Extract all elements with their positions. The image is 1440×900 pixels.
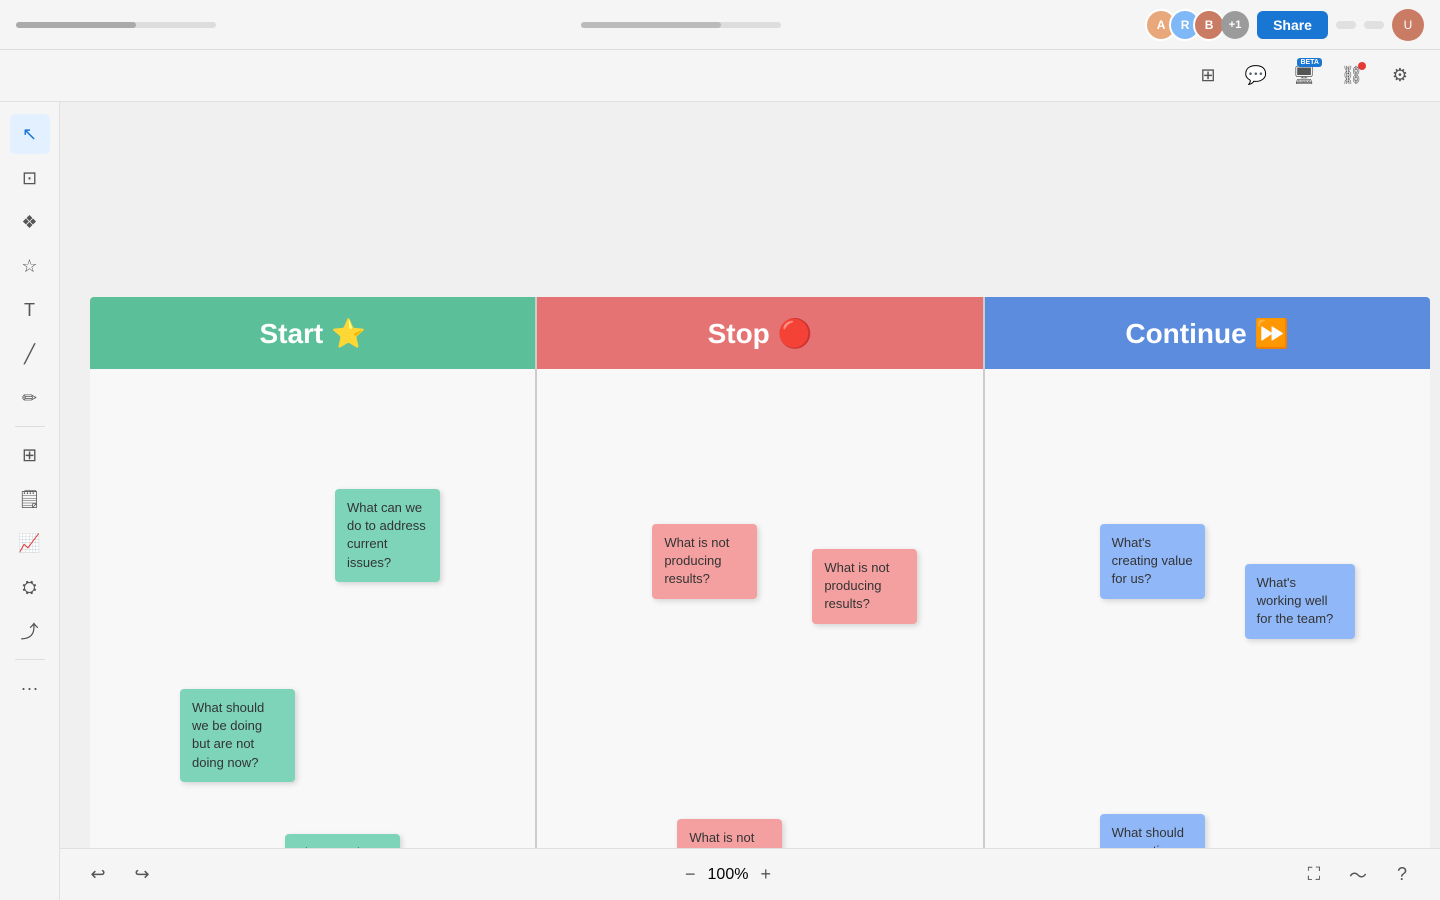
stop-note-2-text: What is not producing results?: [824, 560, 889, 611]
table-tool[interactable]: ⊞: [10, 435, 50, 475]
text-icon: T: [24, 300, 35, 321]
comment-icon: 💬: [1245, 65, 1267, 86]
collaborators: A R B +1: [1145, 9, 1249, 41]
continue-note-1[interactable]: What's creating value for us?: [1100, 524, 1205, 599]
continue-body[interactable]: What's creating value for us? What's wor…: [985, 369, 1430, 880]
continue-note-2-text: What's working well for the team?: [1257, 575, 1334, 626]
start-note-2-text: What should we be doing but are not doin…: [192, 700, 264, 770]
chart-icon: 📈: [18, 533, 40, 554]
zoom-out-button[interactable]: −: [681, 860, 700, 889]
avatar-overflow[interactable]: +1: [1221, 11, 1249, 39]
upload-tool[interactable]: ⤴: [10, 611, 50, 651]
start-column: Start ⭐ What can we do to address curren…: [90, 297, 537, 880]
present-icon: 🖥: [1293, 65, 1316, 86]
present-button[interactable]: 🖥 BETA: [1284, 56, 1324, 96]
zoom-controls: − 100% +: [681, 860, 775, 889]
share-button[interactable]: Share: [1257, 11, 1328, 39]
continue-header: Continue ⏩: [985, 297, 1430, 369]
stop-note-1[interactable]: What is not producing results?: [652, 524, 757, 599]
workflow-icon: ⛭: [22, 577, 36, 598]
document-progress: [581, 22, 781, 28]
chart-tool[interactable]: 📈: [10, 523, 50, 563]
table-icon: ⊞: [22, 445, 37, 466]
zoom-in-button[interactable]: +: [756, 860, 775, 889]
top-toolbar: A R B +1 Share U: [0, 0, 1440, 50]
workflow-tool[interactable]: ⛭: [10, 567, 50, 607]
doc-progress-fill: [581, 22, 721, 28]
cursor-tool[interactable]: ↖: [10, 114, 50, 154]
activity-icon: 〜: [1349, 862, 1367, 888]
text-tool[interactable]: T: [10, 290, 50, 330]
stop-note-1-text: What is not producing results?: [664, 535, 729, 586]
redo-icon: ↪: [134, 864, 149, 885]
stop-header: Stop 🔴: [537, 297, 982, 369]
help-icon: ?: [1397, 864, 1407, 885]
user-avatar[interactable]: U: [1392, 9, 1424, 41]
more-icon: ···: [21, 678, 39, 699]
line-tool[interactable]: ╱: [10, 334, 50, 374]
bottom-right: ⛶ 〜 ?: [1296, 857, 1420, 893]
stop-column: Stop 🔴 What is not producing results? Wh…: [537, 297, 984, 880]
start-note-1[interactable]: What can we do to address current issues…: [335, 489, 440, 582]
connections-button[interactable]: ⛓: [1332, 56, 1372, 96]
upload-icon: ⤴: [21, 618, 39, 644]
pages-icon: ⊞: [1200, 65, 1215, 86]
pill-1: [1336, 21, 1356, 29]
fit-screen-icon: ⛶: [1308, 864, 1321, 885]
pages-button[interactable]: ⊞: [1188, 56, 1228, 96]
start-note-1-text: What can we do to address current issues…: [347, 500, 426, 570]
secondary-toolbar: ⊞ 💬 🖥 BETA ⛓ ⚙: [0, 50, 1440, 102]
beta-badge: BETA: [1297, 58, 1322, 67]
canvas[interactable]: Start ⭐ What can we do to address curren…: [60, 102, 1440, 900]
columns-container: Start ⭐ What can we do to address curren…: [90, 297, 1430, 880]
progress-bar: [16, 22, 216, 28]
sticky-tool[interactable]: 🗒: [10, 479, 50, 519]
more-tool[interactable]: ···: [10, 668, 50, 708]
continue-column: Continue ⏩ What's creating value for us?…: [985, 297, 1430, 880]
redo-button[interactable]: ↪: [124, 857, 160, 893]
sidebar-divider-1: [15, 426, 45, 427]
activity-button[interactable]: 〜: [1340, 857, 1376, 893]
undo-icon: ↩: [90, 864, 105, 885]
zoom-level: 100%: [708, 866, 749, 884]
star-tool[interactable]: ☆: [10, 246, 50, 286]
continue-header-text: Continue ⏩: [1125, 317, 1289, 350]
bottom-toolbar: ↩ ↪ − 100% + ⛶ 〜 ?: [60, 848, 1440, 900]
start-note-2[interactable]: What should we be doing but are not doin…: [180, 689, 295, 782]
sticky-icon: 🗒: [18, 489, 41, 510]
continue-note-1-text: What's creating value for us?: [1112, 535, 1193, 586]
undo-button[interactable]: ↩: [80, 857, 116, 893]
sidebar-divider-2: [15, 659, 45, 660]
settings-button[interactable]: ⚙: [1380, 56, 1420, 96]
stop-header-text: Stop 🔴: [708, 317, 813, 350]
comment-button[interactable]: 💬: [1236, 56, 1276, 96]
pen-icon: ✏: [22, 388, 37, 409]
line-icon: ╱: [24, 344, 35, 365]
shapes-icon: ❖: [21, 212, 37, 233]
pen-tool[interactable]: ✏: [10, 378, 50, 418]
shapes-tool[interactable]: ❖: [10, 202, 50, 242]
continue-note-2[interactable]: What's working well for the team?: [1245, 564, 1355, 639]
frames-tool[interactable]: ⊡: [10, 158, 50, 198]
stop-note-2[interactable]: What is not producing results?: [812, 549, 917, 624]
bottom-left: ↩ ↪: [80, 857, 160, 893]
gear-icon: ⚙: [1392, 65, 1408, 86]
start-header: Start ⭐: [90, 297, 535, 369]
cursor-icon: ↖: [22, 124, 37, 145]
frames-icon: ⊡: [22, 168, 37, 189]
fit-screen-button[interactable]: ⛶: [1296, 857, 1332, 893]
start-body[interactable]: What can we do to address current issues…: [90, 369, 535, 880]
top-bar-left: [16, 22, 216, 28]
left-sidebar: ↖ ⊡ ❖ ☆ T ╱ ✏ ⊞ 🗒 📈 ⛭ ⤴ ···: [0, 102, 60, 900]
top-bar-right: A R B +1 Share U: [1145, 9, 1424, 41]
star-icon: ☆: [21, 256, 37, 277]
progress-fill: [16, 22, 136, 28]
notification-dot: [1358, 62, 1366, 70]
start-header-text: Start ⭐: [259, 317, 365, 350]
stop-body[interactable]: What is not producing results? What is n…: [537, 369, 982, 880]
help-button[interactable]: ?: [1384, 857, 1420, 893]
pill-2: [1364, 21, 1384, 29]
top-bar-center: [581, 22, 781, 28]
